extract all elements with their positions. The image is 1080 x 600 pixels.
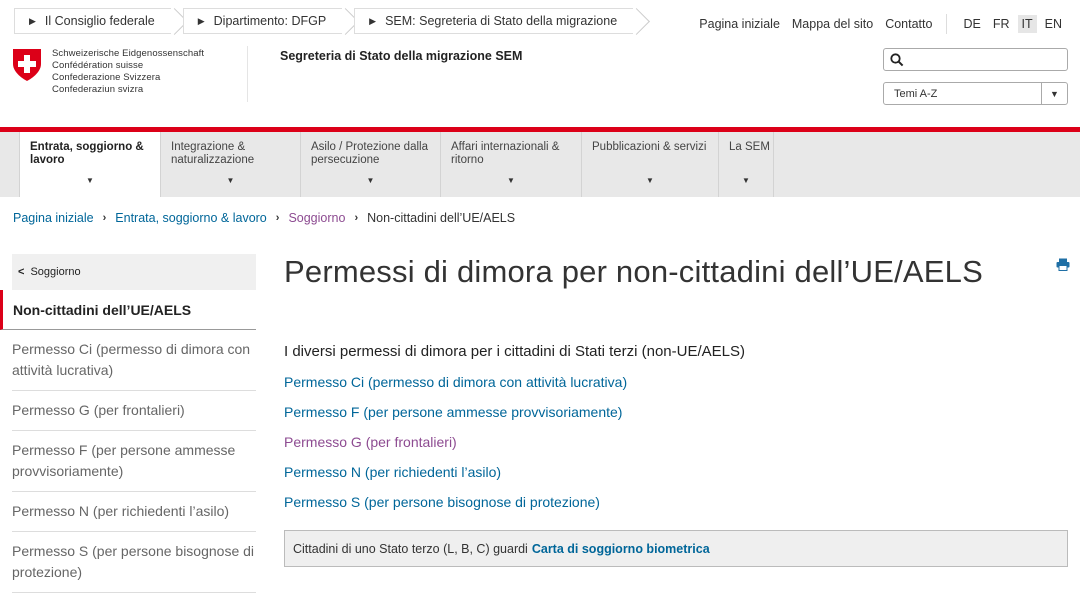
contact-link[interactable]: Contatto <box>885 17 932 31</box>
chevron-right-icon: › <box>102 212 107 224</box>
federation-line: Confederazione Svizzera <box>52 72 161 83</box>
sidebar-back-link[interactable]: < Soggiorno <box>12 254 256 290</box>
breadcrumb: Pagina iniziale › Entrata, soggiorno & l… <box>13 211 515 225</box>
nav-item-publications[interactable]: Pubblicazioni & servizi ▼ <box>581 132 718 197</box>
nav-item-label: Affari internazionali & ritorno <box>451 141 560 166</box>
divider <box>946 14 948 34</box>
sidebar-back-label: Soggiorno <box>30 266 81 278</box>
caret-down-icon: ▼ <box>86 176 94 185</box>
caret-down-icon: ▼ <box>742 176 750 185</box>
link-permit-f[interactable]: Permesso F (per persone ammesse provviso… <box>284 402 627 432</box>
nav-item-label: Integrazione & naturalizzazione <box>171 141 255 166</box>
site-title: Segreteria di Stato della migrazione SEM <box>280 49 523 63</box>
dept-label: Dipartimento: DFGP <box>213 14 327 28</box>
top-bar: ▶ Il Consiglio federale ▶ Dipartimento: DF… <box>0 0 1080 42</box>
link-permit-n[interactable]: Permesso N (per richiedenti l’asilo) <box>284 462 627 492</box>
info-box: Cittadini di uno Stato terzo (L, B, C) g… <box>284 530 1068 567</box>
breadcrumb-entry[interactable]: Entrata, soggiorno & lavoro <box>115 211 266 225</box>
sidebar-item-permit-f[interactable]: Permesso F (per persone ammesse provviso… <box>12 431 256 492</box>
dept-label: SEM: Segreteria di Stato della migrazion… <box>385 14 618 28</box>
print-icon[interactable] <box>1056 258 1070 271</box>
breadcrumb-home[interactable]: Pagina iniziale <box>13 211 94 225</box>
sitemap-link[interactable]: Mappa del sito <box>792 17 873 31</box>
triangle-right-icon: ▶ <box>197 15 205 26</box>
nav-item-asylum[interactable]: Asilo / Protezione dalla persecuzione ▼ <box>300 132 440 197</box>
page-title: Permessi di dimora per non-cittadini del… <box>284 254 983 289</box>
link-permit-g[interactable]: Permesso G (per frontalieri) <box>284 432 627 462</box>
nav-item-label: Entrata, soggiorno & lavoro <box>30 141 144 166</box>
dept-federal-council[interactable]: ▶ Il Consiglio federale <box>14 8 171 34</box>
home-link[interactable]: Pagina iniziale <box>699 17 780 31</box>
chevron-left-icon: < <box>18 266 25 278</box>
breadcrumb-residence[interactable]: Soggiorno <box>288 211 345 225</box>
search-icon <box>890 53 904 67</box>
search-box[interactable] <box>883 48 1068 71</box>
nav-item-sem[interactable]: La SEM ▼ <box>718 132 774 197</box>
lang-en[interactable]: EN <box>1041 15 1066 33</box>
nav-item-label: Pubblicazioni & servizi <box>592 141 707 153</box>
sidebar-item-permit-ci[interactable]: Permesso Ci (permesso di dimora con atti… <box>12 330 256 391</box>
dept-fdjp[interactable]: ▶ Dipartimento: DFGP <box>182 8 343 34</box>
sidebar: < Soggiorno Non-cittadini dell’UE/AELS P… <box>0 254 256 593</box>
section-heading: I diversi permessi di dimora per i citta… <box>284 343 746 360</box>
department-trail: ▶ Il Consiglio federale ▶ Dipartimento: DF… <box>14 8 645 34</box>
chevron-right-icon: › <box>275 212 280 224</box>
sidebar-item-permit-s[interactable]: Permesso S (per persone bisognose di pro… <box>12 532 256 593</box>
search-input[interactable] <box>910 51 1060 68</box>
federation-line: Schweizerische Eidgenossenschaft <box>52 48 205 59</box>
link-permit-s[interactable]: Permesso S (per persone bisognose di pro… <box>284 492 627 522</box>
caret-down-icon: ▼ <box>366 176 375 185</box>
triangle-right-icon: ▶ <box>29 15 36 26</box>
federation-line: Confederaziun svizra <box>52 84 144 95</box>
permit-link-list: Permesso Ci (permesso di dimora con atti… <box>284 372 627 522</box>
service-links: Pagina iniziale Mappa del sito Contatto … <box>687 14 1066 34</box>
federation-names: Schweizerische Eidgenossenschaft Confédé… <box>52 48 204 96</box>
biometric-card-link[interactable]: Carta di soggiorno biometrica <box>532 542 710 556</box>
caret-down-icon: ▼ <box>646 176 654 185</box>
topics-select[interactable]: Temi A-Z ▼ <box>883 82 1068 105</box>
federation-line: Confédération suisse <box>52 60 144 71</box>
breadcrumb-current: Non-cittadini dell’UE/AELS <box>367 211 516 225</box>
caret-down-icon: ▼ <box>226 176 235 185</box>
sidebar-item-permit-g[interactable]: Permesso G (per frontalieri) <box>12 391 256 431</box>
link-permit-ci[interactable]: Permesso Ci (permesso di dimora con atti… <box>284 372 627 402</box>
sidebar-item-permit-n[interactable]: Permesso N (per richiedenti l’asilo) <box>12 492 256 532</box>
lang-fr[interactable]: FR <box>989 15 1014 33</box>
lang-de[interactable]: DE <box>959 15 984 33</box>
info-text: Cittadini di uno Stato terzo (L, B, C) g… <box>293 541 528 556</box>
dept-label: Il Consiglio federale <box>44 14 155 28</box>
nav-item-international[interactable]: Affari internazionali & ritorno ▼ <box>440 132 581 197</box>
header-divider <box>247 46 248 102</box>
federal-logo[interactable]: Schweizerische Eidgenossenschaft Confédé… <box>12 48 204 96</box>
nav-item-entry-residence-work[interactable]: Entrata, soggiorno & lavoro ▼ <box>19 132 160 197</box>
nav-item-label: Asilo / Protezione dalla persecuzione <box>311 141 428 166</box>
main-navigation: Entrata, soggiorno & lavoro ▼ Integrazio… <box>0 132 1080 197</box>
swiss-shield-icon <box>13 49 41 81</box>
sidebar-item-active[interactable]: Non-cittadini dell’UE/AELS <box>0 290 256 330</box>
chevron-right-icon: › <box>354 212 359 224</box>
dept-sem[interactable]: ▶ SEM: Segreteria di Stato della migrazio… <box>354 8 634 34</box>
caret-down-icon: ▼ <box>507 176 515 185</box>
triangle-right-icon: ▶ <box>369 15 377 26</box>
topics-select-value: Temi A-Z <box>894 87 938 100</box>
nav-item-integration[interactable]: Integrazione & naturalizzazione ▼ <box>160 132 300 197</box>
nav-item-label: La SEM <box>729 141 770 153</box>
lang-it[interactable]: IT <box>1017 15 1037 33</box>
chevron-down-icon[interactable]: ▼ <box>1041 83 1067 104</box>
